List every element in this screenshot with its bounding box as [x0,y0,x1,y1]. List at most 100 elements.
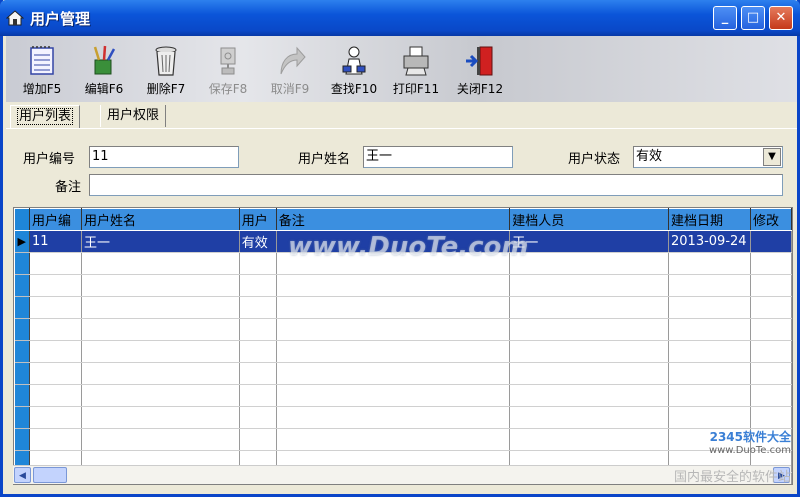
empty-cell[interactable] [239,384,277,407]
empty-cell[interactable] [81,340,240,363]
column-header-user-id[interactable]: 用户编 [28,208,82,231]
empty-cell[interactable] [509,318,669,341]
empty-cell[interactable] [750,406,792,429]
empty-cell[interactable] [276,340,511,363]
title-bar[interactable]: 用户管理 _ □ ✕ [0,0,800,36]
table-row-empty[interactable] [14,340,792,363]
empty-cell[interactable] [750,340,792,363]
close-window-button[interactable]: ✕ [769,6,793,30]
empty-cell[interactable] [276,362,511,385]
empty-cell[interactable] [509,406,669,429]
edit-button[interactable]: 编辑F6 [74,40,134,100]
empty-cell[interactable] [668,274,751,297]
empty-cell[interactable] [668,362,751,385]
empty-cell[interactable] [509,340,669,363]
empty-cell[interactable] [509,384,669,407]
minimize-button[interactable]: _ [713,6,737,30]
empty-cell[interactable] [29,406,82,429]
table-row-empty[interactable] [14,362,792,385]
cell-user-id[interactable]: 11 [29,230,82,253]
empty-cell[interactable] [276,384,511,407]
user-id-field[interactable]: 11 [89,146,239,168]
empty-cell[interactable] [750,384,792,407]
empty-cell[interactable] [239,428,277,451]
add-button[interactable]: 增加F5 [12,40,72,100]
maximize-button[interactable]: □ [741,6,765,30]
cell-status[interactable]: 有效 [239,230,277,253]
empty-cell[interactable] [29,362,82,385]
empty-cell[interactable] [668,340,751,363]
empty-cell[interactable] [29,384,82,407]
empty-cell[interactable] [668,318,751,341]
table-row-empty[interactable] [14,274,792,297]
column-header-create-date[interactable]: 建档日期 [668,208,751,231]
empty-cell[interactable] [29,318,82,341]
empty-cell[interactable] [81,274,240,297]
cell-user-name[interactable]: 王一 [81,230,240,253]
empty-cell[interactable] [668,252,751,275]
empty-cell[interactable] [668,384,751,407]
table-row-empty[interactable] [14,318,792,341]
empty-cell[interactable] [509,252,669,275]
empty-cell[interactable] [29,296,82,319]
empty-cell[interactable] [750,274,792,297]
empty-cell[interactable] [509,428,669,451]
empty-cell[interactable] [29,340,82,363]
print-button[interactable]: 打印F11 [386,40,446,100]
scroll-thumb[interactable] [33,467,67,483]
empty-cell[interactable] [509,362,669,385]
tab-user-permissions[interactable]: 用户权限 [100,105,167,127]
find-button[interactable]: 查找F10 [324,40,384,100]
empty-cell[interactable] [239,406,277,429]
column-header-note[interactable]: 备注 [275,208,511,231]
close-button[interactable]: 关闭F12 [450,40,510,100]
table-row-empty[interactable] [14,384,792,407]
empty-cell[interactable] [239,318,277,341]
note-field[interactable] [89,174,783,196]
table-row-empty[interactable] [14,296,792,319]
table-row-empty[interactable] [14,406,792,429]
empty-cell[interactable] [276,406,511,429]
empty-cell[interactable] [81,428,240,451]
empty-cell[interactable] [29,428,82,451]
empty-cell[interactable] [750,318,792,341]
empty-cell[interactable] [81,318,240,341]
empty-cell[interactable] [276,296,511,319]
empty-cell[interactable] [750,252,792,275]
empty-cell[interactable] [239,274,277,297]
column-header-status[interactable]: 用户 [238,208,277,231]
user-status-select[interactable]: 有效 ▼ [633,146,783,168]
tab-user-list[interactable]: 用户列表 [10,105,81,128]
empty-cell[interactable] [509,296,669,319]
empty-cell[interactable] [750,296,792,319]
save-button[interactable]: 保存F8 [198,40,258,100]
cancel-button[interactable]: 取消F9 [260,40,320,100]
chevron-down-icon[interactable]: ▼ [763,148,781,166]
empty-cell[interactable] [81,252,240,275]
empty-cell[interactable] [81,296,240,319]
delete-button[interactable]: 删除F7 [136,40,196,100]
cell-create-date[interactable]: 2013-09-24 [668,230,751,253]
empty-cell[interactable] [29,274,82,297]
empty-cell[interactable] [750,362,792,385]
empty-cell[interactable] [668,406,751,429]
empty-cell[interactable] [239,296,277,319]
empty-cell[interactable] [81,406,240,429]
column-header-user-name[interactable]: 用户姓名 [80,208,240,231]
empty-cell[interactable] [81,362,240,385]
cell-modified[interactable] [750,230,792,253]
empty-cell[interactable] [276,318,511,341]
empty-cell[interactable] [276,274,511,297]
empty-cell[interactable] [509,274,669,297]
column-header-modified[interactable]: 修改 [749,208,792,231]
empty-cell[interactable] [81,384,240,407]
scroll-left-icon[interactable]: ◀ [14,467,31,483]
empty-cell[interactable] [239,340,277,363]
column-header-creator[interactable]: 建档人员 [509,208,669,231]
empty-cell[interactable] [276,428,511,451]
empty-cell[interactable] [668,296,751,319]
cell-creator[interactable]: 王一 [509,230,669,253]
empty-cell[interactable] [239,252,277,275]
empty-cell[interactable] [239,362,277,385]
user-name-field[interactable]: 王一 [363,146,513,168]
